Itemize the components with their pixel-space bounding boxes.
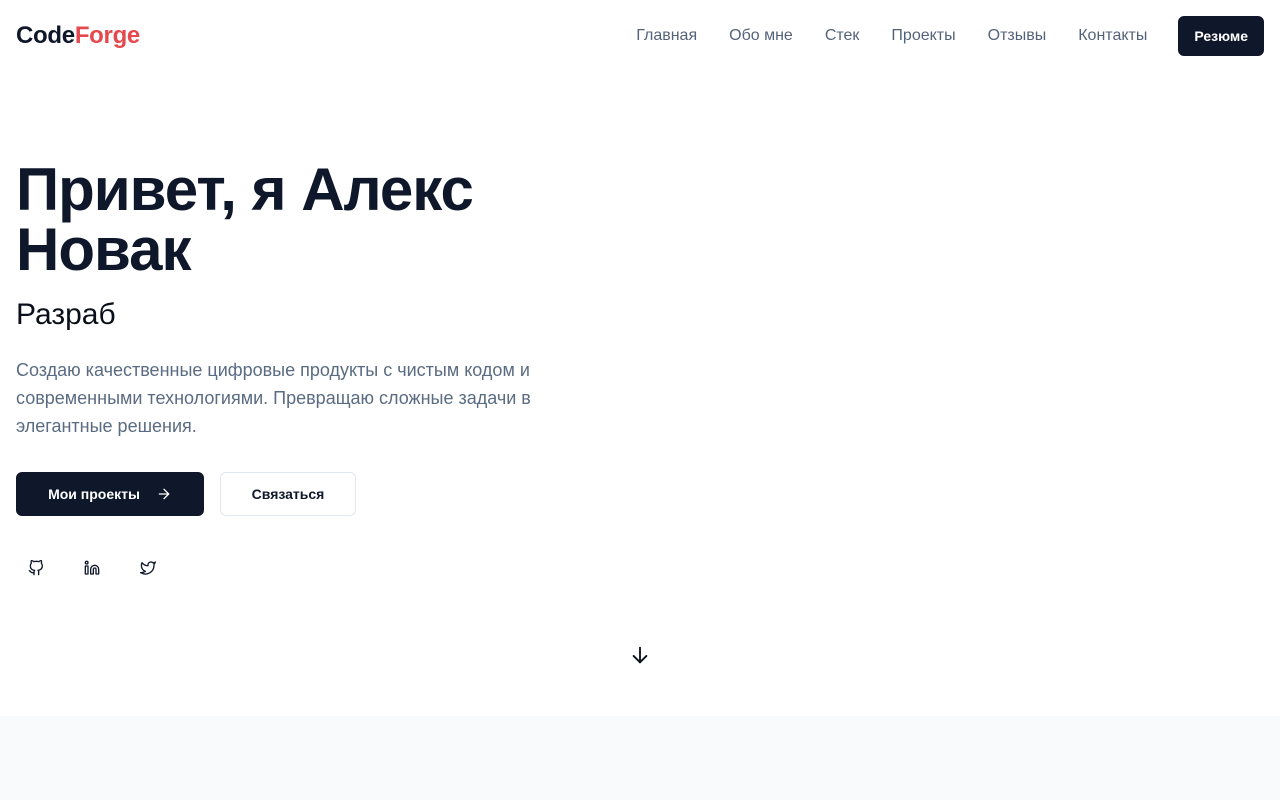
hero-description: Создаю качественные цифровые продукты с … <box>16 360 531 436</box>
contact-button[interactable]: Связаться <box>220 472 356 516</box>
social-links <box>16 548 184 588</box>
twitter-link[interactable] <box>128 548 168 588</box>
hero-role: Разраб <box>16 298 116 331</box>
github-icon <box>28 560 43 576</box>
nav-link-contacts[interactable]: Контакты <box>1078 28 1147 44</box>
arrow-down-icon <box>632 646 648 664</box>
twitter-icon <box>140 561 156 575</box>
arrow-right-icon <box>158 488 170 500</box>
site-header: CodeForge Главная Обо мне Стек Проекты О… <box>0 0 1280 72</box>
brand-logo-part2: Forge <box>74 22 140 49</box>
my-projects-button[interactable]: Мои проекты <box>16 472 204 516</box>
scroll-down-link[interactable] <box>628 643 652 667</box>
resume-button[interactable]: Резюме <box>1178 16 1264 56</box>
linkedin-icon <box>84 560 100 575</box>
nav-link-stack[interactable]: Стек <box>825 28 860 44</box>
github-link[interactable] <box>16 548 56 588</box>
nav-link-about[interactable]: Обо мне <box>729 28 793 44</box>
hero-actions: Мои проекты Связаться <box>16 472 356 516</box>
my-projects-label: Мои проекты <box>48 486 140 502</box>
hero-title-line2: Новак <box>16 216 191 283</box>
brand-logo[interactable]: CodeForge <box>16 22 140 50</box>
hero-title: Привет, я Алекс Новак <box>16 160 576 280</box>
linkedin-link[interactable] <box>72 548 112 588</box>
nav-link-projects[interactable]: Проекты <box>891 28 955 44</box>
nav-link-testimonials[interactable]: Отзывы <box>988 28 1047 44</box>
next-section <box>0 716 1280 800</box>
nav-link-home[interactable]: Главная <box>636 28 697 44</box>
main-nav: Главная Обо мне Стек Проекты Отзывы Конт… <box>636 16 1264 56</box>
brand-logo-part1: Code <box>16 22 75 49</box>
hero-title-line1: Привет, я Алекс <box>16 156 474 223</box>
